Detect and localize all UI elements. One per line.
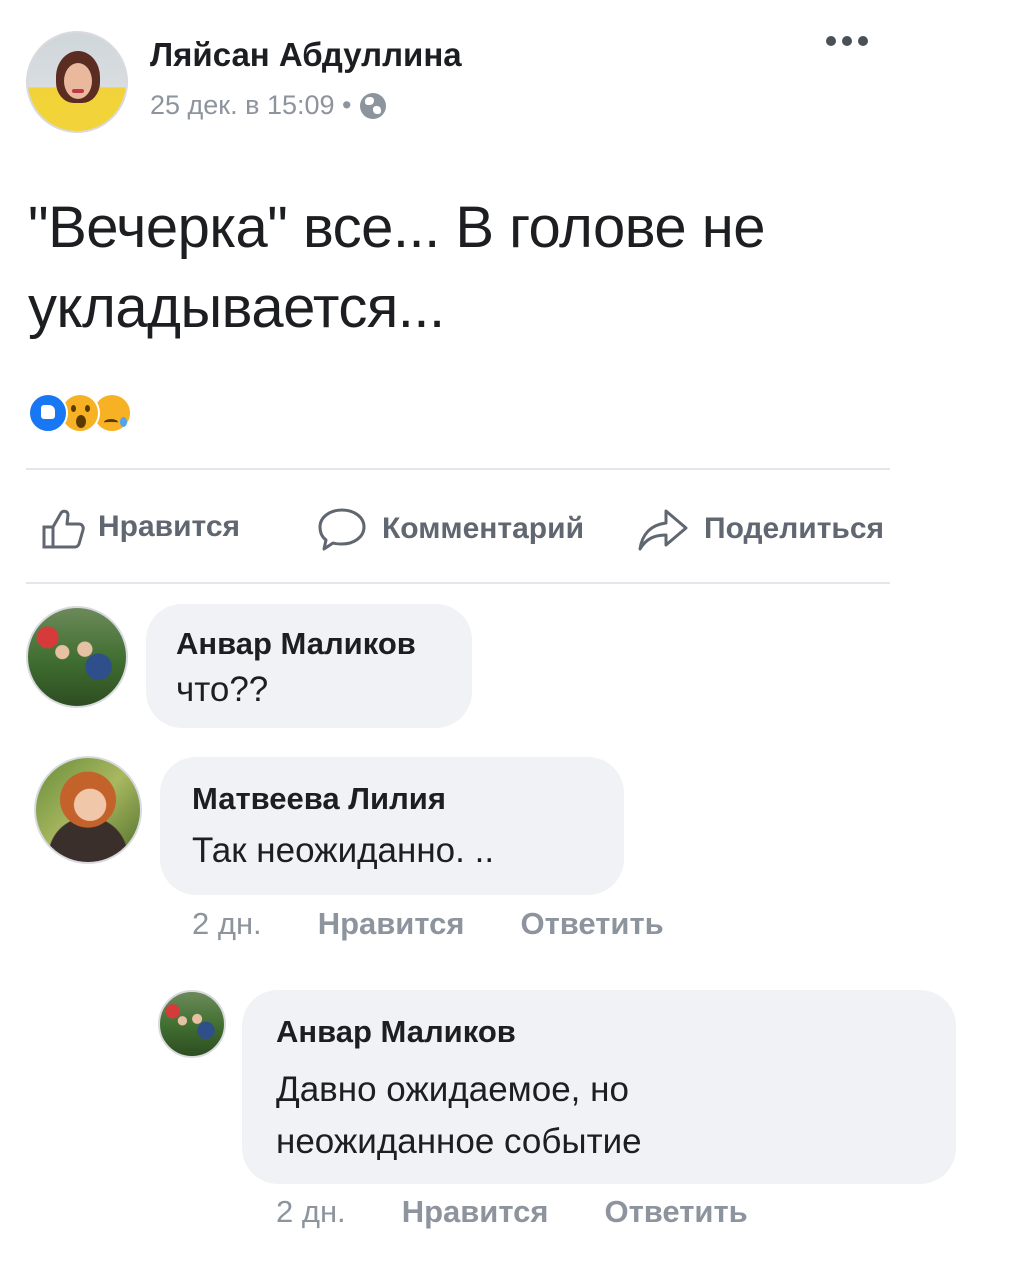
avatar-face — [64, 63, 92, 99]
reply-actions: 2 дн. Нравится Ответить — [276, 1194, 748, 1230]
comment-bubble: Матвеева Лилия Так неожиданно. .. — [160, 757, 624, 895]
reply-text-line-1: Давно ожидаемое, но — [276, 1070, 629, 1109]
divider — [26, 582, 890, 584]
reply-text-line-2: неожиданное событие — [276, 1122, 642, 1161]
avatar-lips — [72, 89, 84, 93]
comment-reply-button[interactable]: Ответить — [520, 906, 663, 942]
reply-bubble: Анвар Маликов Давно ожидаемое, но неожид… — [242, 990, 956, 1184]
share-icon — [636, 505, 690, 553]
divider — [26, 468, 890, 470]
comment-author[interactable]: Матвеева Лилия — [192, 781, 624, 817]
post-author-avatar[interactable] — [26, 31, 128, 133]
share-button[interactable]: Поделиться — [636, 505, 884, 553]
commenter-avatar[interactable] — [26, 606, 128, 708]
more-options-icon[interactable] — [826, 36, 868, 46]
comment-text: что?? — [176, 670, 269, 709]
avatar-shoulders — [38, 105, 118, 131]
post-text-line-1: "Вечерка" все... В голове не — [28, 195, 766, 260]
comment-time[interactable]: 2 дн. — [192, 906, 262, 942]
reply-reply-button[interactable]: Ответить — [604, 1194, 747, 1230]
post-text-line-2: укладывается... — [28, 275, 445, 340]
reply-commenter-avatar[interactable] — [158, 990, 226, 1058]
post-author-name[interactable]: Ляйсан Абдуллина — [150, 36, 462, 74]
post-text: "Вечерка" все... В голове не укладываетс… — [28, 188, 928, 348]
comment-bubble: Анвар Маликов что?? — [146, 604, 472, 728]
comment-label: Комментарий — [382, 512, 585, 545]
like-icon — [28, 393, 68, 433]
comment-actions: 2 дн. Нравится Ответить — [192, 906, 664, 942]
comment-like-button[interactable]: Нравится — [318, 906, 465, 942]
comment-text: Так неожиданно. .. — [192, 831, 495, 870]
comment-button[interactable]: Комментарий — [316, 505, 584, 553]
comment-author[interactable]: Анвар Маликов — [176, 626, 472, 662]
post-meta: 25 дек. в 15:09 • — [150, 90, 386, 121]
commenter-avatar[interactable] — [34, 756, 142, 864]
globe-icon — [359, 92, 386, 119]
share-label: Поделиться — [704, 512, 885, 545]
like-button[interactable]: Нравится — [40, 505, 240, 549]
reply-author[interactable]: Анвар Маликов — [276, 1014, 956, 1050]
thumbs-up-icon — [40, 505, 85, 549]
comment-icon — [316, 505, 368, 553]
post-date[interactable]: 25 дек. в 15:09 • — [150, 90, 352, 121]
reactions-summary[interactable] — [28, 393, 132, 433]
reply-like-button[interactable]: Нравится — [402, 1194, 549, 1230]
reply-time[interactable]: 2 дн. — [276, 1194, 346, 1230]
like-label: Нравится — [98, 510, 241, 543]
